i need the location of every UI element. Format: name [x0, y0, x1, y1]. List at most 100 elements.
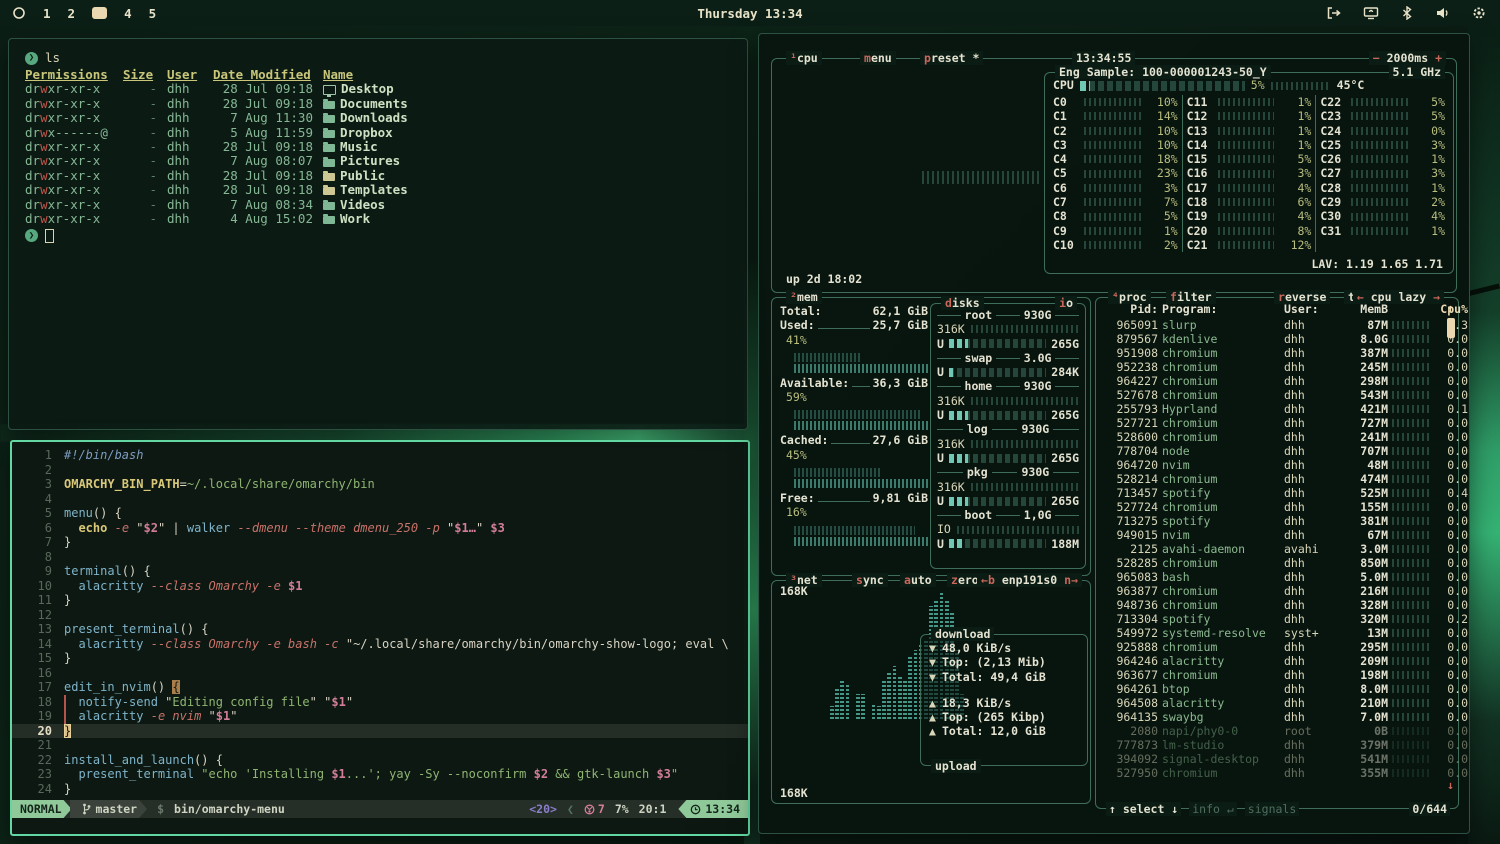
- reverse-button[interactable]: reverse: [1274, 290, 1330, 304]
- workspace-2[interactable]: 2: [68, 6, 76, 21]
- code-line: 6 echo -e "$2" | walker --dmenu --theme …: [12, 521, 748, 536]
- process-row[interactable]: 964261btopdhh8.0M0.0: [1102, 682, 1448, 696]
- process-row[interactable]: 964135swaybgdhh7.0M0.0: [1102, 710, 1448, 724]
- workspace-4[interactable]: 4: [124, 6, 132, 21]
- omarchy-logo-icon[interactable]: [12, 6, 26, 20]
- process-row[interactable]: 527678chromiumdhh543M0.0: [1102, 388, 1448, 402]
- process-row[interactable]: 777873lm-studiodhh379M0.0: [1102, 738, 1448, 752]
- net-interface-switch[interactable]: ←b enp191s0 n→: [977, 573, 1082, 587]
- process-row[interactable]: 964508alacrittydhh210M0.0: [1102, 696, 1448, 710]
- file-name-cell[interactable]: Pictures: [323, 154, 747, 168]
- size-cell: -: [123, 97, 157, 111]
- cpu-total-meter: [1080, 81, 1245, 91]
- user-cell: dhh: [167, 183, 203, 197]
- file-name-cell[interactable]: Templates: [323, 183, 747, 197]
- proc-box: ⁴proc filter reverse tree ← cpu lazy → P…: [1095, 297, 1459, 809]
- file-name-cell[interactable]: Videos: [323, 198, 747, 212]
- process-row[interactable]: 778704nodedhh707M0.0: [1102, 444, 1448, 458]
- process-row[interactable]: 964246alacrittydhh209M0.0: [1102, 654, 1448, 668]
- disks-title[interactable]: disks: [941, 296, 984, 310]
- process-row[interactable]: 713304spotifydhh320M0.2: [1102, 612, 1448, 626]
- process-row[interactable]: 952238chromiumdhh245M0.0: [1102, 360, 1448, 374]
- process-row[interactable]: 528285chromiumdhh850M0.0: [1102, 556, 1448, 570]
- date-cell: 5 Aug 11:59: [213, 126, 313, 140]
- process-row[interactable]: 951908chromiumdhh387M0.0: [1102, 346, 1448, 360]
- btop-clock: 13:34:55: [1072, 51, 1135, 65]
- core-row: C240%: [1320, 124, 1445, 138]
- process-row[interactable]: 255793Hyprlanddhh421M0.1: [1102, 402, 1448, 416]
- process-row[interactable]: 965091slurpdhh87M0.3: [1102, 318, 1448, 332]
- process-row[interactable]: 527950chromiumdhh355M0.0: [1102, 766, 1448, 780]
- core-row: C111%: [1187, 95, 1312, 109]
- screencast-icon[interactable]: [1363, 6, 1379, 20]
- update-interval[interactable]: − 2000ms +: [1369, 51, 1446, 65]
- process-row[interactable]: 713275spotifydhh381M0.0: [1102, 514, 1448, 528]
- process-row[interactable]: 713457spotifydhh525M0.4: [1102, 486, 1448, 500]
- process-row[interactable]: 2125avahi-daemonavahi3.0M0.0: [1102, 542, 1448, 556]
- folder-open-icon: [323, 173, 335, 181]
- settings-icon[interactable]: [1472, 6, 1486, 20]
- disk-usage-row: U265G: [937, 494, 1079, 508]
- core-row: C273%: [1320, 166, 1445, 180]
- process-row[interactable]: 528600chromiumdhh241M0.0: [1102, 430, 1448, 444]
- process-row[interactable]: 527721chromiumdhh727M0.0: [1102, 416, 1448, 430]
- file-name-cell[interactable]: Public: [323, 169, 747, 183]
- btop-window[interactable]: ¹cpu menu preset * 13:34:55 − 2000ms + u…: [758, 33, 1470, 834]
- info-control[interactable]: info ↵: [1189, 802, 1237, 816]
- file-name-cell[interactable]: Music: [323, 140, 747, 154]
- permissions-cell: drwxr-xr-x: [25, 212, 113, 226]
- process-row[interactable]: 528214chromiumdhh474M0.0: [1102, 472, 1448, 486]
- date-cell: 7 Aug 08:07: [213, 154, 313, 168]
- io-toggle[interactable]: io: [1055, 296, 1077, 310]
- process-row[interactable]: 948736chromiumdhh328M0.0: [1102, 598, 1448, 612]
- logout-icon[interactable]: [1326, 6, 1341, 20]
- file-name-cell[interactable]: Downloads: [323, 111, 747, 125]
- scroll-up-arrow[interactable]: ↑: [1447, 301, 1454, 315]
- core-row: C253%: [1320, 138, 1445, 152]
- editor-window-nvim[interactable]: 1#!/bin/bash23OMARCHY_BIN_PATH=~/.local/…: [10, 440, 750, 836]
- filter-button[interactable]: filter: [1166, 290, 1216, 304]
- permissions-cell: drwxr-xr-x: [25, 154, 113, 168]
- net-sync-button[interactable]: sync: [852, 573, 888, 587]
- process-row[interactable]: 2080napi/phy0-0root0B0.0: [1102, 724, 1448, 738]
- cpu-model: Eng Sample: 100-000001243-50_Y: [1055, 65, 1271, 79]
- file-name-cell[interactable]: Desktop: [323, 82, 747, 96]
- process-row[interactable]: 965083bashdhh5.0M0.0: [1102, 570, 1448, 584]
- process-counter: 0/644: [1409, 802, 1450, 816]
- bluetooth-icon[interactable]: [1401, 6, 1413, 20]
- process-row[interactable]: 964720nvimdhh48M0.0: [1102, 458, 1448, 472]
- process-row[interactable]: 964227chromiumdhh298M0.0: [1102, 374, 1448, 388]
- process-row[interactable]: 394092signal-desktopdhh541M0.0: [1102, 752, 1448, 766]
- workspace-1[interactable]: 1: [43, 6, 51, 21]
- process-row[interactable]: 963877chromiumdhh216M0.0: [1102, 584, 1448, 598]
- code-line: 18 notify-send "Editing config file" "$1…: [12, 695, 748, 710]
- select-control[interactable]: ↑ select ↓: [1106, 802, 1181, 816]
- disk-name-row: swap3.0G: [937, 351, 1079, 365]
- terminal-window-ls[interactable]: ❯ ls Permissions Size User Date Modified…: [8, 38, 748, 430]
- process-row[interactable]: 527724chromiumdhh155M0.0: [1102, 500, 1448, 514]
- process-row[interactable]: 963677chromiumdhh198M0.0: [1102, 668, 1448, 682]
- net-scale-bottom: 168K: [780, 786, 808, 800]
- code-line: 20}: [12, 724, 748, 739]
- menu-button[interactable]: menu: [860, 51, 896, 65]
- volume-icon[interactable]: [1435, 6, 1450, 20]
- sort-selector[interactable]: ← cpu lazy →: [1353, 290, 1444, 304]
- code-line: 7}: [12, 535, 748, 550]
- shell-prompt-empty[interactable]: ❯: [25, 228, 747, 243]
- file-name-cell[interactable]: Work: [323, 212, 747, 226]
- process-row[interactable]: 925888chromiumdhh295M0.0: [1102, 640, 1448, 654]
- file-name-cell[interactable]: Documents: [323, 97, 747, 111]
- workspace-3-active[interactable]: [92, 7, 107, 19]
- signals-control[interactable]: signals: [1245, 802, 1299, 816]
- proc-footer: ↑ select ↓ info ↵ signals 0/644: [1106, 802, 1450, 816]
- process-row[interactable]: 949015nvimdhh67M0.0: [1102, 528, 1448, 542]
- workspace-5[interactable]: 5: [149, 6, 157, 21]
- preset-button[interactable]: preset *: [920, 51, 983, 65]
- disk-usage-row: U284K: [937, 365, 1079, 379]
- process-row[interactable]: 549972systemd-resolvesyst+13M0.0: [1102, 626, 1448, 640]
- net-auto-button[interactable]: auto: [900, 573, 936, 587]
- code-line: 4: [12, 492, 748, 507]
- process-row[interactable]: 879567kdenlivedhh8.0G0.0: [1102, 332, 1448, 346]
- scrollbar-thumb[interactable]: [1447, 318, 1455, 338]
- file-name-cell[interactable]: Dropbox: [323, 126, 747, 140]
